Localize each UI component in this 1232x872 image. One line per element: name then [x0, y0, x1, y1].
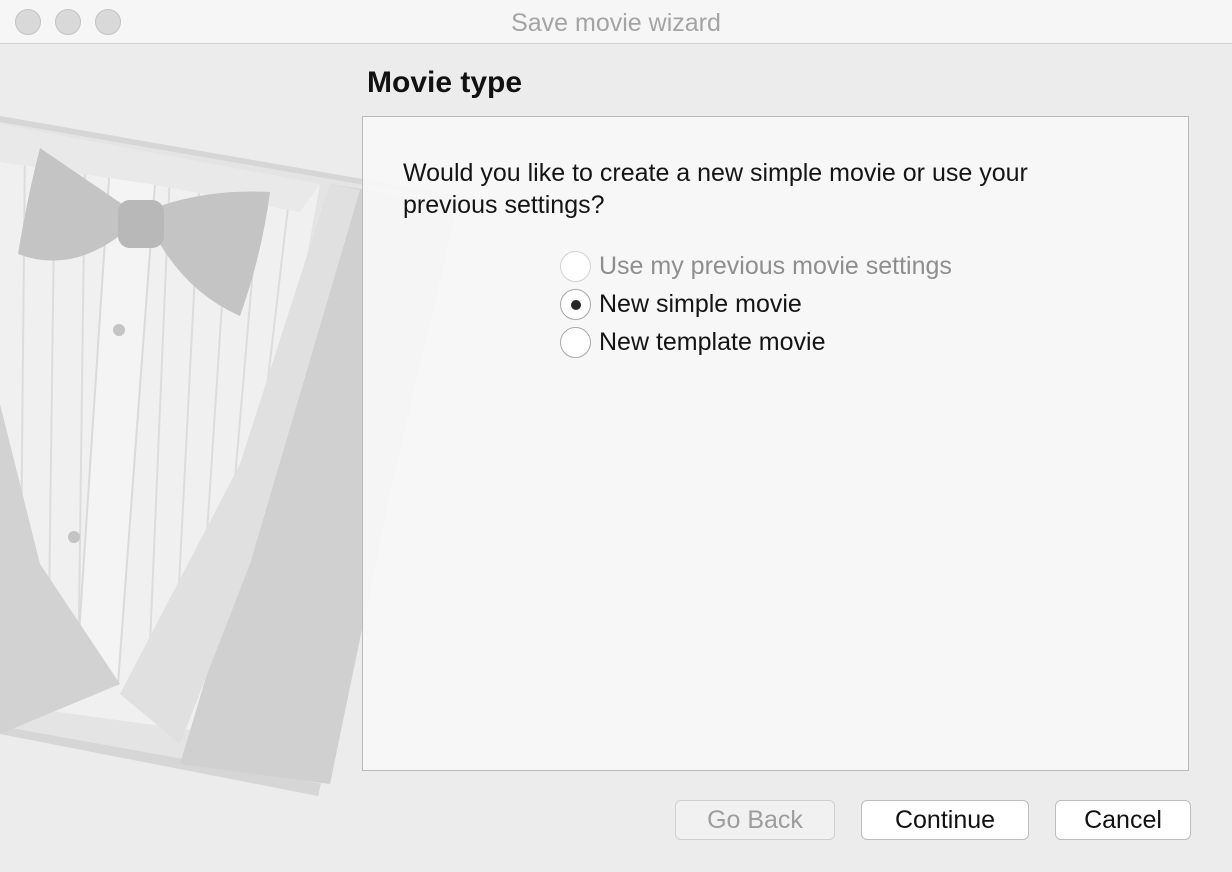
template-movie-radio[interactable]: [560, 326, 591, 358]
option-previous-settings: Use my previous movie settings: [560, 250, 952, 282]
simple-movie-radio[interactable]: [560, 288, 591, 320]
cancel-button[interactable]: Cancel: [1055, 800, 1191, 840]
simple-movie-label[interactable]: New simple movie: [599, 290, 802, 319]
selected-dot: [571, 299, 581, 310]
options-panel: Would you like to create a new simple mo…: [362, 116, 1189, 771]
template-movie-label[interactable]: New template movie: [599, 328, 825, 357]
question-text: Would you like to create a new simple mo…: [403, 159, 1028, 219]
go-back-button: Go Back: [675, 800, 835, 840]
title-bar: Save movie wizard: [0, 0, 1232, 44]
previous-settings-radio: [560, 250, 591, 282]
option-simple-movie[interactable]: New simple movie: [560, 288, 802, 320]
option-template-movie[interactable]: New template movie: [560, 326, 825, 358]
page-title: Movie type: [367, 66, 523, 99]
previous-settings-label: Use my previous movie settings: [599, 251, 952, 280]
continue-button[interactable]: Continue: [861, 800, 1029, 840]
window-title: Save movie wizard: [511, 9, 721, 37]
